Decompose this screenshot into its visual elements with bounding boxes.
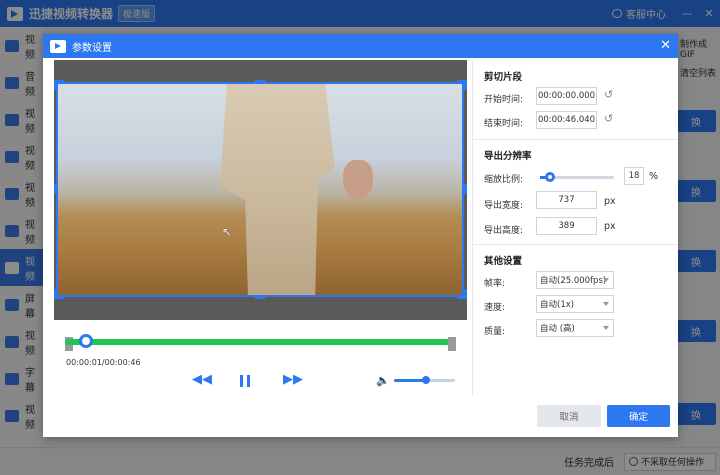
crop-frame[interactable] <box>56 82 464 297</box>
crop-handle[interactable] <box>463 289 467 299</box>
start-time-label: 开始时间: <box>484 95 524 105</box>
end-time-label: 结束时间: <box>484 119 524 129</box>
quality-label: 质量: <box>484 327 506 337</box>
height-label: 导出高度: <box>484 226 524 236</box>
crop-handle[interactable] <box>54 184 58 194</box>
start-time-input[interactable]: 00:00:00.000 <box>536 87 597 105</box>
chevron-down-icon <box>603 326 609 330</box>
time-display: 00:00:01/00:00:46 <box>66 358 141 367</box>
width-unit: px <box>604 196 616 207</box>
video-preview: ↖ <box>54 60 467 320</box>
section-divider <box>473 244 678 245</box>
mouse-cursor-icon: ↖ <box>222 225 233 239</box>
height-input[interactable]: 389 <box>536 217 597 235</box>
fps-value: 自动(25.000fps) <box>540 276 607 286</box>
ok-button[interactable]: 确定 <box>607 405 670 427</box>
scale-knob[interactable] <box>545 172 555 182</box>
dialog-title: 参数设置 <box>72 42 112 54</box>
trim-end-handle[interactable] <box>448 337 456 351</box>
reset-start-icon[interactable]: ↺ <box>604 88 613 101</box>
crop-handle[interactable] <box>463 184 467 194</box>
forward-button[interactable]: ▶▶ <box>283 372 303 387</box>
crop-handle[interactable] <box>255 80 265 84</box>
crop-handle[interactable] <box>463 80 467 90</box>
crop-handle[interactable] <box>255 295 265 299</box>
pause-button[interactable] <box>240 375 250 387</box>
dialog-logo-icon <box>50 39 66 53</box>
fps-select[interactable]: 自动(25.000fps) <box>536 271 614 289</box>
timeline-bar[interactable] <box>65 339 455 345</box>
scale-label: 缩放比例: <box>484 175 524 185</box>
volume-knob[interactable] <box>422 376 430 384</box>
speed-select[interactable]: 自动(1x) <box>536 295 614 313</box>
cancel-button[interactable]: 取消 <box>537 405 601 427</box>
rewind-button[interactable]: ◀◀ <box>192 372 212 387</box>
crop-handle[interactable] <box>54 289 58 299</box>
clip-section-title: 剪切片段 <box>484 72 523 83</box>
speed-label: 速度: <box>484 303 506 313</box>
quality-select[interactable]: 自动 (高) <box>536 319 614 337</box>
chevron-down-icon <box>603 278 609 282</box>
settings-dialog: 参数设置 ✕ ↖ 00:00:01/00:00:46 ◀◀ ▶▶ 🔈 剪切片段 … <box>43 34 678 437</box>
end-time-input[interactable]: 00:00:46.040 <box>536 111 597 129</box>
section-divider <box>473 139 678 140</box>
panel-divider <box>472 60 473 395</box>
volume-icon[interactable]: 🔈 <box>376 374 390 387</box>
resolution-section-title: 导出分辨率 <box>484 151 532 162</box>
crop-handle[interactable] <box>54 80 58 90</box>
playhead-knob[interactable] <box>79 334 93 348</box>
quality-value: 自动 (高) <box>540 324 575 334</box>
height-unit: px <box>604 221 616 232</box>
scale-unit: % <box>649 171 659 182</box>
width-label: 导出宽度: <box>484 201 524 211</box>
close-dialog-button[interactable]: ✕ <box>660 38 671 53</box>
width-input[interactable]: 737 <box>536 191 597 209</box>
reset-end-icon[interactable]: ↺ <box>604 112 613 125</box>
chevron-down-icon <box>603 302 609 306</box>
speed-value: 自动(1x) <box>540 300 575 310</box>
other-section-title: 其他设置 <box>484 256 523 267</box>
fps-label: 帧率: <box>484 279 506 289</box>
dialog-header: 参数设置 ✕ <box>43 34 678 58</box>
scale-input[interactable]: 18 <box>624 167 644 185</box>
